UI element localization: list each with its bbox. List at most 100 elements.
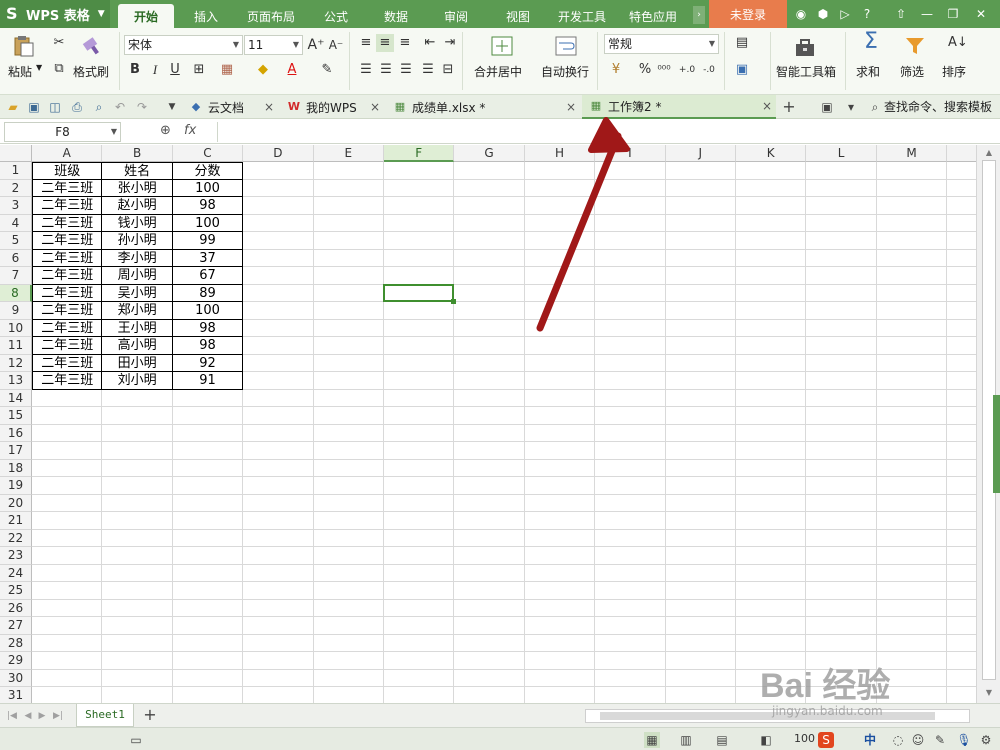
border-icon[interactable]: ⊞ [190,61,208,79]
grid-cell[interactable] [806,424,877,442]
grid-cell[interactable] [736,582,807,600]
grid-cell[interactable] [384,547,455,565]
sort-button[interactable]: 排序 [942,63,966,80]
grid-cell[interactable] [454,372,525,390]
row-header[interactable]: 18 [0,459,32,477]
grid-cell[interactable] [32,547,103,565]
grid-cell[interactable] [32,634,103,652]
grid-cell[interactable] [454,284,525,302]
grid-cell[interactable] [172,529,244,547]
column-header[interactable]: D [243,145,314,162]
grid-cell[interactable] [102,494,173,512]
grid-cell[interactable] [947,687,976,703]
grid-cell[interactable] [595,599,666,617]
grid-cell[interactable] [243,179,314,197]
grid-cell[interactable] [172,512,244,530]
row-header[interactable]: 5 [0,232,32,250]
name-box[interactable]: F8 ▼ [4,122,121,142]
tab-formula[interactable]: 公式 [312,4,360,28]
grid-cell[interactable] [384,179,455,197]
grid-cell[interactable] [736,547,807,565]
open-folder-icon[interactable]: ▰ [4,98,22,116]
grid-cell[interactable] [384,319,455,337]
grid-cell[interactable] [806,354,877,372]
grid-cell[interactable] [524,162,596,180]
row-header[interactable]: 12 [0,354,32,372]
grid-cell[interactable] [454,512,525,530]
grid-cell[interactable] [876,337,948,355]
grid-cell[interactable] [806,494,877,512]
grid-cell[interactable] [595,669,666,687]
grid-cell[interactable] [947,495,976,512]
grid-cell[interactable] [595,232,666,250]
grid-cell[interactable] [947,442,976,460]
grid-cell[interactable] [947,197,976,215]
grid-cell[interactable] [313,494,384,512]
grid-cell[interactable] [665,582,736,600]
grid-cell[interactable] [454,599,525,617]
grid-cell[interactable] [243,687,314,703]
grid-cell[interactable] [947,285,976,302]
grid-cell[interactable]: 98 [172,337,244,355]
grid-cell[interactable] [736,407,807,425]
grid-cell[interactable] [806,389,877,407]
voice-icon[interactable]: 🎙 [956,732,972,748]
grid-cell[interactable] [384,337,455,355]
grid-cell[interactable]: 孙小明 [102,232,173,250]
filter-button[interactable]: 筛选 [900,63,924,80]
grid-cell[interactable] [806,442,877,460]
grid-cell[interactable] [102,617,173,635]
grid-cell[interactable] [947,337,976,355]
grid-cell[interactable] [595,529,666,547]
grid-cell[interactable] [172,599,244,617]
grid-cell[interactable] [736,179,807,197]
zoom-function-icon[interactable]: ⊕ [160,123,171,138]
grid-cell[interactable] [454,494,525,512]
grid-cell[interactable] [665,337,736,355]
grid-cell[interactable] [454,197,525,215]
row-header[interactable]: 7 [0,267,32,285]
grid-cell[interactable] [172,424,244,442]
grid-cell[interactable] [102,547,173,565]
grid-cell[interactable] [384,267,455,285]
doc-tab-my-wps[interactable]: W 我的WPS × [280,95,384,119]
undo-icon[interactable]: ↶ [111,98,129,116]
grid-cell[interactable]: 班级 [32,162,103,180]
column-header[interactable]: B [102,145,173,162]
grid-cell[interactable] [102,652,173,670]
grid-cell[interactable] [32,582,103,600]
grid-cell[interactable] [736,634,807,652]
clear-format-icon[interactable]: ✎ [318,61,336,79]
grid-cell[interactable] [947,582,976,600]
grid-cell[interactable] [172,407,244,425]
more-tabs-button[interactable]: › [693,6,705,24]
grid-cell[interactable] [595,162,666,180]
grid-cell[interactable] [384,389,455,407]
grid-cell[interactable]: 100 [172,302,244,320]
zoom-level[interactable]: 100 [794,732,815,745]
grid-cell[interactable] [595,407,666,425]
grid-cell[interactable] [524,354,596,372]
close-icon[interactable]: × [566,100,576,114]
grid-cell[interactable] [384,687,455,703]
grid-cell[interactable] [806,372,877,390]
grid-cell[interactable] [102,529,173,547]
grid-cell[interactable] [876,529,948,547]
grid-cell[interactable] [876,249,948,267]
feedback-icon[interactable]: ▷ [836,5,854,23]
grid-cell[interactable] [243,162,314,180]
tab-list-icon[interactable]: ▣ [818,98,836,116]
close-icon[interactable]: × [762,99,772,113]
grid-cell[interactable] [384,652,455,670]
grid-cell[interactable] [736,687,807,703]
grid-cell[interactable] [313,582,384,600]
grid-cell[interactable] [665,547,736,565]
grid-cell[interactable] [524,424,596,442]
paste-icon[interactable] [12,34,36,58]
grid-cell[interactable] [736,319,807,337]
maximize-icon[interactable]: ❐ [944,5,962,23]
grid-cell[interactable] [947,530,976,547]
grid-cell[interactable] [102,512,173,530]
grid-cell[interactable] [313,652,384,670]
grid-cell[interactable] [243,564,314,582]
